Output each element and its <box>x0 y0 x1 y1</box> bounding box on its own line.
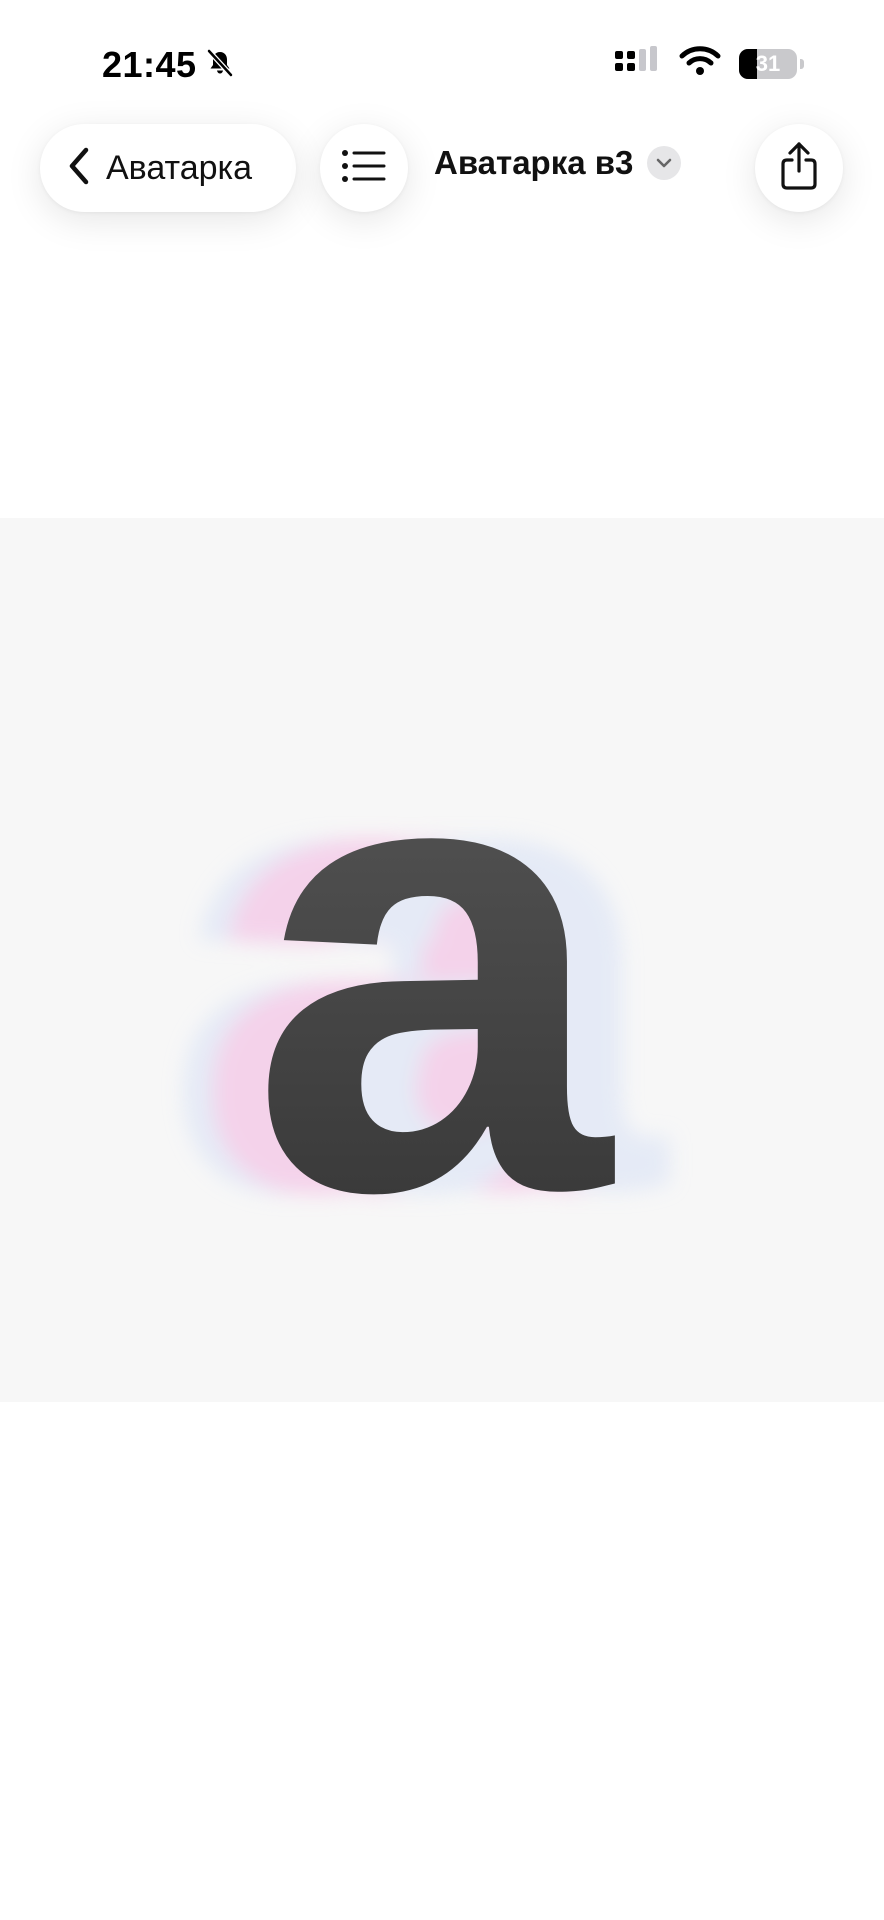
status-right: 31 <box>615 46 804 81</box>
status-bar: 21:45 31 <box>0 0 884 120</box>
nav-toolbar: Аватарка Аватарка в3 <box>0 124 884 216</box>
time-group: 21:45 <box>102 44 235 86</box>
list-button[interactable] <box>320 124 408 212</box>
battery-group: 31 <box>739 48 804 79</box>
battery-icon: 31 <box>739 48 797 79</box>
image-preview[interactable]: a a a a a <box>0 518 884 1402</box>
back-button-label: Аватарка <box>106 148 253 187</box>
avatar-glyph: a <box>249 600 615 1326</box>
document-title: Аватарка в3 <box>434 144 634 181</box>
back-button[interactable]: Аватарка <box>40 124 296 212</box>
chevron-down-icon <box>647 146 682 180</box>
list-icon <box>341 148 387 189</box>
battery-nub <box>800 58 804 69</box>
wifi-icon <box>679 46 721 81</box>
battery-fill <box>739 48 757 79</box>
bell-slash-icon <box>205 48 235 83</box>
share-button[interactable] <box>755 124 843 212</box>
cellular-signal-icon <box>615 46 661 81</box>
document-title-menu[interactable]: Аватарка в3 <box>434 144 682 182</box>
chevron-left-icon <box>62 146 96 191</box>
share-icon <box>779 141 819 196</box>
status-time: 21:45 <box>102 44 197 85</box>
avatar-image: a a a a a <box>164 600 670 1326</box>
screen: 21:45 31 Аватарка Аватарка в3 a a a a a <box>0 0 884 1920</box>
battery-level: 31 <box>755 50 781 76</box>
